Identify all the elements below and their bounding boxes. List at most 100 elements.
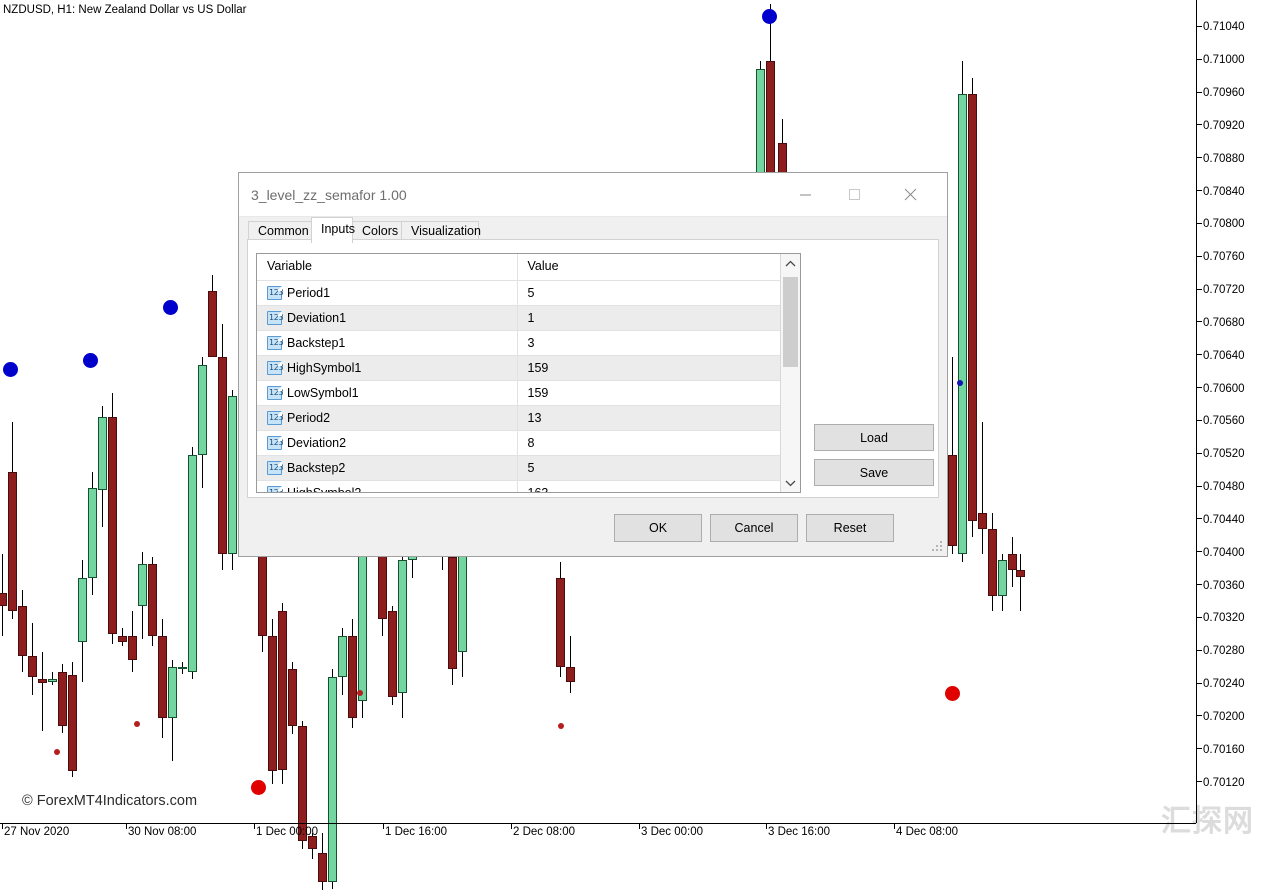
time-tick-mark [766,823,767,829]
price-tick: 0.70760 [1197,251,1245,263]
column-header-value[interactable]: Value [517,254,800,280]
maximize-button[interactable] [832,173,877,216]
close-icon [903,187,918,202]
cell-value[interactable]: 3 [517,330,800,355]
price-tick: 0.70280 [1197,645,1245,657]
table-row[interactable]: 123LowSymbol1159 [257,380,800,405]
cell-variable[interactable]: 123Deviation1 [257,305,517,330]
cell-variable[interactable]: 123Period2 [257,405,517,430]
cell-value[interactable]: 159 [517,355,800,380]
table-scrollbar[interactable] [780,254,800,492]
candlestick [188,447,197,678]
candlestick [338,628,347,695]
candlestick [448,537,457,685]
chevron-down-icon [785,479,796,487]
candlestick [288,662,297,734]
cell-variable[interactable]: 123HighSymbol1 [257,355,517,380]
table-row[interactable]: 123Backstep25 [257,455,800,480]
candle-body-bullish [338,636,347,677]
candlestick [348,619,357,727]
cell-value[interactable]: 159 [517,380,800,405]
scrollbar-thumb[interactable] [783,277,798,367]
candle-body-bullish [188,455,197,672]
candle-body-bearish [348,636,357,718]
cell-variable[interactable]: 123HighSymbol2 [257,480,517,493]
candlestick [18,590,27,672]
candle-body-bearish [448,557,457,669]
cell-value[interactable]: 8 [517,430,800,455]
candlestick [138,552,147,639]
scroll-down-button[interactable] [781,473,800,492]
price-tick: 0.70360 [1197,580,1245,592]
save-button[interactable]: Save [814,459,934,486]
resize-grip[interactable] [932,541,944,553]
candle-body-bearish [278,611,287,770]
close-button[interactable] [888,173,933,216]
candle-body-bearish [108,417,117,634]
scroll-up-button[interactable] [781,254,800,273]
price-tick: 0.71000 [1197,54,1245,66]
column-header-variable[interactable]: Variable [257,254,517,280]
price-tick: 0.70720 [1197,284,1245,296]
candle-body-bearish [8,472,17,612]
price-tick: 0.70680 [1197,317,1245,329]
minimize-button[interactable] [783,173,828,216]
cell-variable[interactable]: 123Deviation2 [257,430,517,455]
number-icon: 123 [267,336,282,350]
price-axis[interactable]: 0.710400.710000.709600.709200.708800.708… [1196,0,1270,823]
candlestick [48,672,57,685]
candle-wick [982,422,983,553]
time-tick-mark [2,823,3,829]
candle-body-bullish [168,667,177,718]
candlestick [978,422,987,553]
cancel-button[interactable]: Cancel [710,514,798,542]
time-tick: 3 Dec 16:00 [768,826,830,838]
cell-variable[interactable]: 123Period1 [257,280,517,305]
variable-label: Period2 [287,411,330,425]
grip-dot [936,545,938,547]
candle-body-bearish [218,357,227,554]
minimize-icon [799,188,812,201]
indicator-properties-dialog[interactable]: 3_level_zz_semafor 1.00 CommonInputsColo… [238,172,948,557]
inputs-table-container[interactable]: Variable Value 123Period15123Deviation11… [256,253,801,493]
cell-value[interactable]: 1 [517,305,800,330]
table-row[interactable]: 123Deviation11 [257,305,800,330]
cell-value[interactable]: 5 [517,280,800,305]
cell-value[interactable]: 13 [517,405,800,430]
candlestick [158,619,167,737]
candle-body-bearish [208,291,217,357]
candlestick [566,636,575,693]
table-row[interactable]: 123Backstep13 [257,330,800,355]
time-tick-mark [894,823,895,829]
reset-button[interactable]: Reset [806,514,894,542]
candle-body-bullish [998,560,1007,596]
ok-button[interactable]: OK [614,514,702,542]
cell-variable[interactable]: 123LowSymbol1 [257,380,517,405]
candle-body-bearish [556,578,565,667]
candle-body-bearish [318,853,327,883]
cell-variable[interactable]: 123Backstep1 [257,330,517,355]
candlestick [178,662,187,673]
cell-value[interactable]: 5 [517,455,800,480]
candlestick [278,603,287,784]
price-tick: 0.70560 [1197,415,1245,427]
candlestick [968,78,977,538]
tab-inputs[interactable]: Inputs [311,217,353,243]
candle-body-bullish [48,679,57,682]
candlestick [208,275,217,357]
candle-body-bullish [98,417,107,489]
table-row[interactable]: 123Period15 [257,280,800,305]
candle-body-bearish [988,529,997,596]
table-row[interactable]: 123HighSymbol2163 [257,480,800,493]
dialog-title-bar[interactable]: 3_level_zz_semafor 1.00 [239,173,947,217]
table-row[interactable]: 123Period213 [257,405,800,430]
semafor-bottom-dot [54,749,60,755]
table-row[interactable]: 123HighSymbol1159 [257,355,800,380]
cell-value[interactable]: 163 [517,480,800,493]
time-axis[interactable]: 27 Nov 202030 Nov 08:001 Dec 00:001 Dec … [0,823,1196,845]
table-row[interactable]: 123Deviation28 [257,430,800,455]
inputs-table: Variable Value 123Period15123Deviation11… [257,254,800,493]
cell-variable[interactable]: 123Backstep2 [257,455,517,480]
grip-dot [940,549,942,551]
load-button[interactable]: Load [814,424,934,451]
